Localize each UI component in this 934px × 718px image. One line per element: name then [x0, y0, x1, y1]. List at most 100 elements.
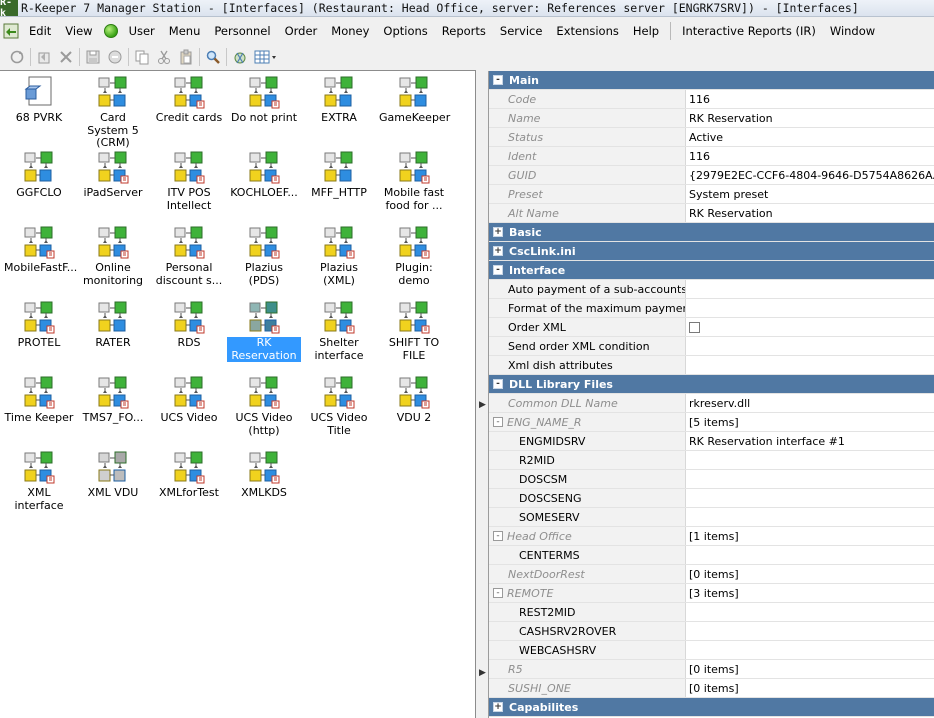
property-value[interactable] — [686, 299, 934, 317]
property-row-someserv[interactable]: SOMESERV — [489, 508, 934, 527]
property-row-code[interactable]: Code 116 — [489, 90, 934, 109]
property-value[interactable]: [3 items] — [686, 584, 934, 602]
app-menu-icon[interactable] — [0, 20, 22, 42]
property-row-nextdoorrest[interactable]: NextDoorRest [0 items] — [489, 565, 934, 584]
property-row-xml-dish-attributes[interactable]: Xml dish attributes — [489, 356, 934, 375]
expand-icon[interactable]: + — [493, 227, 503, 237]
interface-item-plazius-pds[interactable]: Plazius (PDS) — [227, 223, 301, 287]
menu-order[interactable]: Order — [278, 21, 325, 41]
interface-item-personal-discount-s[interactable]: Personal discount s... — [152, 223, 226, 287]
property-value[interactable] — [686, 337, 934, 355]
collapse-arrow-icon[interactable]: ▶ — [479, 400, 486, 410]
collapse-icon[interactable]: - — [493, 75, 503, 85]
interface-item-rk-reservation[interactable]: RK Reservation — [227, 298, 301, 362]
menu-reports[interactable]: Reports — [435, 21, 493, 41]
interface-item-extra[interactable]: EXTRA — [302, 73, 376, 125]
property-row-guid[interactable]: GUID {2979E2EC-CCF6-4804-9646-D5754A8626A… — [489, 166, 934, 185]
property-value[interactable] — [686, 622, 934, 640]
cut-icon[interactable] — [153, 46, 175, 68]
interface-item-plugin-demo[interactable]: Plugin: demo — [377, 223, 451, 287]
interface-item-ucs-video-http[interactable]: UCS Video (http) — [227, 373, 301, 437]
category-basic[interactable]: + Basic — [489, 223, 934, 242]
cancel-icon[interactable] — [104, 46, 126, 68]
property-row-format-of-the-maximum-payment[interactable]: Format of the maximum payment — [489, 299, 934, 318]
property-row-order-xml[interactable]: Order XML — [489, 318, 934, 337]
property-row-name[interactable]: Name RK Reservation — [489, 109, 934, 128]
interface-item-68-pvrk[interactable]: 68 PVRK — [2, 73, 76, 125]
interface-item-tms7-fo[interactable]: TMS7_FO... — [76, 373, 150, 425]
property-value[interactable]: {2979E2EC-CCF6-4804-9646-D5754A8626AA} — [686, 166, 934, 184]
interface-item-xml-interface[interactable]: XML interface — [2, 448, 76, 512]
menu-extensions[interactable]: Extensions — [549, 21, 625, 41]
property-row-common-dll-name[interactable]: Common DLL Name rkreserv.dll — [489, 394, 934, 413]
property-value[interactable] — [686, 508, 934, 526]
property-row-cashsrv2rover[interactable]: CASHSRV2ROVER — [489, 622, 934, 641]
property-value[interactable] — [686, 641, 934, 659]
interface-item-ucs-video-title[interactable]: UCS Video Title — [302, 373, 376, 437]
interface-item-time-keeper[interactable]: Time Keeper — [2, 373, 76, 425]
property-value[interactable]: [5 items] — [686, 413, 934, 431]
collapse-icon[interactable]: - — [493, 417, 503, 427]
category-capabilites[interactable]: + Capabilites — [489, 698, 934, 717]
property-value[interactable] — [686, 356, 934, 374]
property-row-auto-payment-of-a-sub-accounts[interactable]: Auto payment of a sub-accounts — [489, 280, 934, 299]
interface-item-kochloef[interactable]: KOCHLOEF... — [227, 148, 301, 200]
interface-item-mff-http[interactable]: MFF_HTTP — [302, 148, 376, 200]
property-row-remote[interactable]: - REMOTE [3 items] — [489, 584, 934, 603]
interface-item-ggfclo[interactable]: GGFCLO — [2, 148, 76, 200]
collapse-icon[interactable]: - — [493, 531, 503, 541]
property-row-sushi-one[interactable]: SUSHI_ONE [0 items] — [489, 679, 934, 698]
property-value[interactable] — [686, 603, 934, 621]
interface-item-rds[interactable]: RDS — [152, 298, 226, 350]
property-value[interactable] — [686, 451, 934, 469]
property-value[interactable]: [1 items] — [686, 527, 934, 545]
order-xml-checkbox[interactable] — [689, 321, 700, 333]
property-value[interactable]: RK Reservation — [686, 204, 934, 222]
property-value[interactable] — [686, 470, 934, 488]
interface-item-mobilefastf[interactable]: MobileFastF... — [2, 223, 77, 275]
category-dll-library-files[interactable]: - DLL Library Files — [489, 375, 934, 394]
collapse-icon[interactable]: - — [493, 265, 503, 275]
interface-item-shift-to-file[interactable]: SHIFT TO FILE — [377, 298, 451, 362]
property-value[interactable] — [686, 489, 934, 507]
interface-item-online-monitoring[interactable]: Online monitoring — [76, 223, 150, 287]
property-row-alt-name[interactable]: Alt Name RK Reservation — [489, 204, 934, 223]
find-icon[interactable] — [202, 46, 224, 68]
interface-item-xmlkds[interactable]: XMLKDS — [227, 448, 301, 500]
property-value[interactable] — [686, 546, 934, 564]
menu-view[interactable]: View — [58, 21, 99, 41]
paste-icon[interactable] — [175, 46, 197, 68]
property-row-r2mid[interactable]: R2MID — [489, 451, 934, 470]
property-value[interactable]: [0 items] — [686, 565, 934, 583]
interface-item-xml-vdu[interactable]: XML VDU — [76, 448, 150, 500]
menu-help[interactable]: Help — [626, 21, 666, 41]
interface-item-card-system-5-crm[interactable]: Card System 5 (CRM) — [76, 73, 150, 150]
property-row-doscsm[interactable]: DOSCSM — [489, 470, 934, 489]
property-row-head-office[interactable]: - Head Office [1 items] — [489, 527, 934, 546]
menu-edit[interactable]: Edit — [22, 21, 58, 41]
property-value[interactable] — [686, 280, 934, 298]
property-row-engmidsrv[interactable]: ENGMIDSRV RK Reservation interface #1 — [489, 432, 934, 451]
interface-item-plazius-xml[interactable]: Plazius (XML) — [302, 223, 376, 287]
menu-money[interactable]: Money — [324, 21, 376, 41]
property-value[interactable]: System preset — [686, 185, 934, 203]
property-value[interactable]: [0 items] — [686, 660, 934, 678]
property-row-eng-name-r[interactable]: - ENG_NAME_R [5 items] — [489, 413, 934, 432]
property-value[interactable]: Active — [686, 128, 934, 146]
menu-window[interactable]: Window — [823, 21, 882, 41]
grid-view-icon[interactable] — [251, 46, 281, 68]
interface-item-ucs-video[interactable]: UCS Video — [152, 373, 226, 425]
property-value[interactable]: [0 items] — [686, 679, 934, 697]
property-value[interactable]: 116 — [686, 90, 934, 108]
property-row-preset[interactable]: Preset System preset — [489, 185, 934, 204]
menu-options[interactable]: Options — [376, 21, 434, 41]
properties-icon[interactable] — [229, 46, 251, 68]
menu-service[interactable]: Service — [493, 21, 550, 41]
property-row-webcashsrv[interactable]: WEBCASHSRV — [489, 641, 934, 660]
property-value[interactable]: RK Reservation interface #1 — [686, 432, 934, 450]
property-value[interactable] — [686, 318, 934, 336]
property-row-ident[interactable]: Ident 116 — [489, 147, 934, 166]
menu-menu[interactable]: Menu — [162, 21, 208, 41]
menu-personnel[interactable]: Personnel — [207, 21, 277, 41]
interface-item-protel[interactable]: PROTEL — [2, 298, 76, 350]
